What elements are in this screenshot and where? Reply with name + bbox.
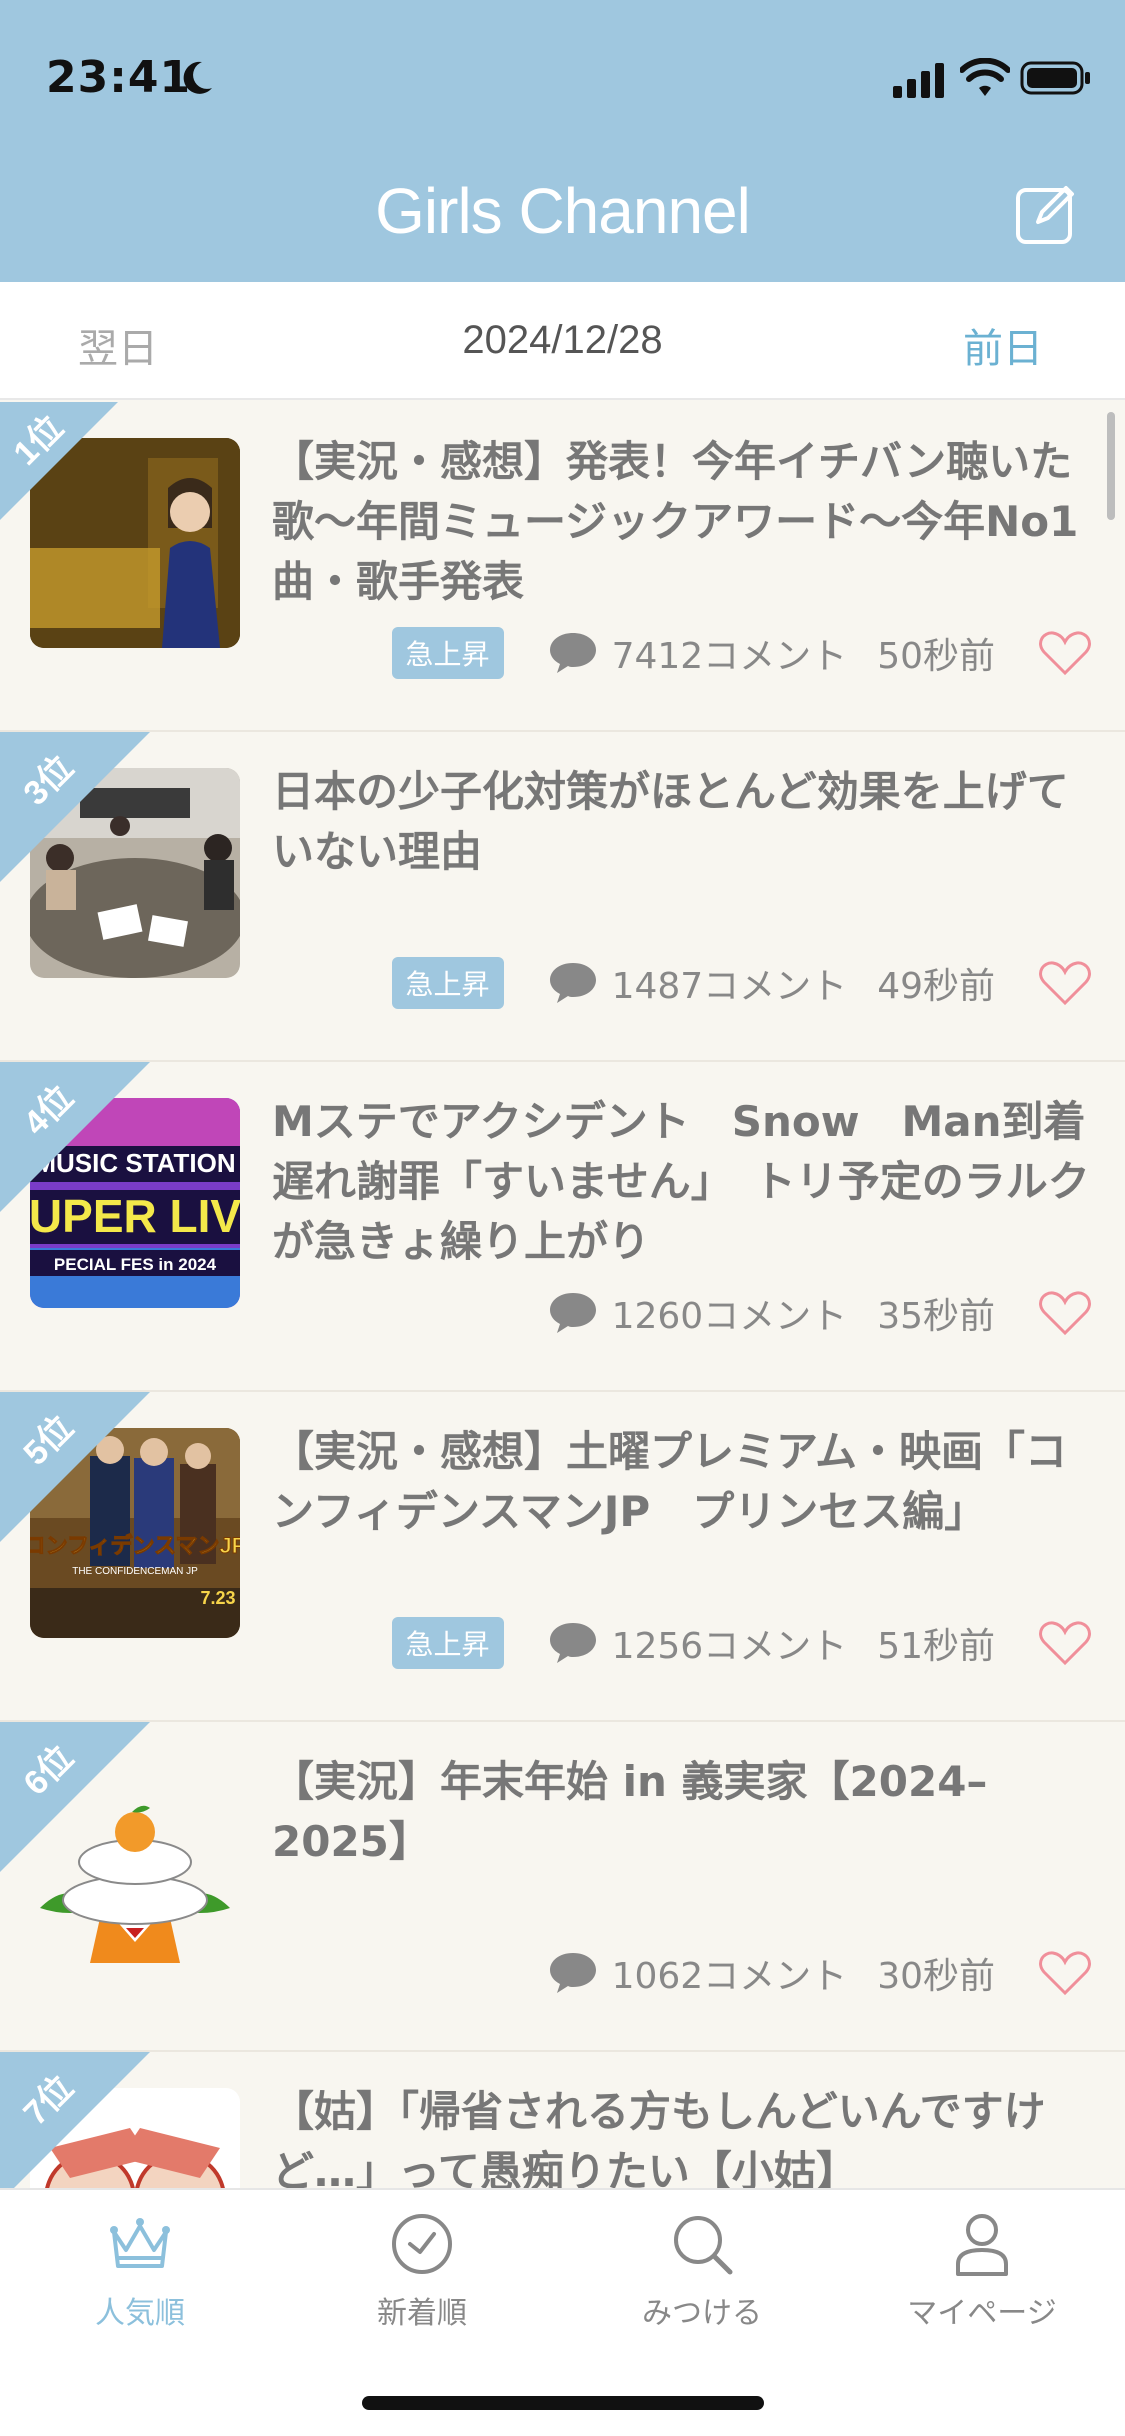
- favorite-heart-icon[interactable]: [1039, 1620, 1091, 1666]
- topic-title[interactable]: 【実況・感想】発表！今年イチバン聴いた歌〜年間ミュージックアワード〜今年No1曲…: [272, 432, 1092, 612]
- topic-row[interactable]: 3位 日本の少子化対策がほとんど効果を上げていない理由 急上昇 1487コメント…: [0, 732, 1125, 1062]
- scrollbar[interactable]: [1107, 412, 1115, 520]
- post-time: 49秒前: [877, 966, 995, 1007]
- app-header: 23:41 Girls Channel: [0, 0, 1125, 282]
- topic-title[interactable]: Mステでアクシデント Snow Man到着遅れ謝罪「すいません」 トリ予定のラル…: [272, 1092, 1092, 1272]
- topic-meta: 1260コメント 35秒前: [548, 1288, 1091, 1338]
- comment-count: 1256コメント: [611, 1626, 848, 1667]
- comment-icon: [549, 963, 596, 1003]
- topic-title[interactable]: 【実況】年末年始 in 義実家【2024–2025】: [272, 1752, 1092, 1872]
- topic-row[interactable]: コンフィデンスマンJP THE CONFIDENCEMAN JP 7.23 5位…: [0, 1392, 1125, 1722]
- topic-meta: 急上昇 1487コメント 49秒前: [391, 957, 1091, 1009]
- status-time: 23:41: [46, 52, 192, 103]
- topic-title[interactable]: 【姑】「帰省される方もしんどいんですけど…」って愚痴りたい【小姑】: [272, 2082, 1092, 2188]
- topic-row[interactable]: 1位 【実況・感想】発表！今年イチバン聴いた歌〜年間ミュージックアワード〜今年N…: [0, 402, 1125, 732]
- current-date: 2024/12/28: [462, 318, 663, 362]
- tab-popular[interactable]: 人気順: [30, 2210, 250, 2350]
- cellular-signal-icon: [893, 63, 944, 98]
- post-time: 35秒前: [877, 1296, 995, 1337]
- home-indicator[interactable]: [362, 2396, 764, 2410]
- topic-row[interactable]: MUSIC STATION UPER LIV PECIAL FES in 202…: [0, 1062, 1125, 1392]
- tab-label: 新着順: [377, 2296, 467, 2331]
- status-bar: 23:41: [0, 0, 1125, 160]
- rank-ribbon: 1位: [0, 402, 118, 520]
- post-time: 50秒前: [877, 636, 995, 677]
- topic-list[interactable]: 1位 【実況・感想】発表！今年イチバン聴いた歌〜年間ミュージックアワード〜今年N…: [0, 402, 1125, 2188]
- favorite-heart-icon[interactable]: [1039, 630, 1091, 676]
- comment-count: 1487コメント: [611, 966, 848, 1007]
- tab-discover[interactable]: みつける: [592, 2210, 812, 2350]
- favorite-heart-icon[interactable]: [1039, 960, 1091, 1006]
- compose-icon[interactable]: [1014, 182, 1078, 246]
- person-icon: [956, 2214, 1008, 2276]
- previous-day-button[interactable]: 前日: [963, 316, 1043, 374]
- topic-row[interactable]: 6位 【実況】年末年始 in 義実家【2024–2025】 1062コメント 3…: [0, 1722, 1125, 2052]
- comment-count: 1062コメント: [611, 1956, 848, 1997]
- rank-ribbon: 3位: [0, 732, 150, 882]
- moon-icon: [183, 61, 212, 94]
- comment-icon: [549, 1953, 596, 1993]
- rank-ribbon: 7位: [0, 2052, 150, 2188]
- comment-icon: [549, 633, 596, 673]
- trending-badge: 急上昇: [391, 957, 504, 1009]
- topic-meta: 急上昇 7412コメント 50秒前: [391, 627, 1091, 679]
- search-icon: [674, 2216, 733, 2275]
- topic-row[interactable]: 7位 【姑】「帰省される方もしんどいんですけど…」って愚痴りたい【小姑】: [0, 2052, 1125, 2188]
- topic-meta: 急上昇 1256コメント 51秒前: [391, 1617, 1091, 1669]
- comment-count: 7412コメント: [611, 636, 848, 677]
- app-title: Girls Channel: [375, 175, 751, 247]
- post-time: 51秒前: [877, 1626, 995, 1667]
- trending-badge: 急上昇: [391, 627, 504, 679]
- thumbnail-text-3: PECIAL FES in 2024: [54, 1255, 217, 1274]
- battery-icon: [1020, 61, 1090, 95]
- topic-title[interactable]: 【実況・感想】土曜プレミアム・映画「コンフィデンスマンJP プリンセス編」: [272, 1422, 1092, 1542]
- favorite-heart-icon[interactable]: [1039, 1950, 1091, 1996]
- comment-icon: [549, 1293, 596, 1333]
- clock-icon: [392, 2214, 452, 2274]
- tab-label: マイページ: [907, 2296, 1057, 2331]
- comment-icon: [549, 1623, 596, 1663]
- rank-ribbon: 6位: [0, 1722, 150, 1872]
- crown-icon: [110, 2218, 170, 2268]
- rank-ribbon: 5位: [0, 1392, 150, 1542]
- wifi-icon: [960, 58, 1010, 96]
- comment-count: 1260コメント: [611, 1296, 848, 1337]
- thumbnail-text-3: 7.23: [200, 1588, 235, 1608]
- tab-mypage[interactable]: マイページ: [872, 2210, 1092, 2350]
- tab-label: みつける: [642, 2296, 762, 2331]
- trending-badge: 急上昇: [391, 1617, 504, 1669]
- tab-newest[interactable]: 新着順: [312, 2210, 532, 2350]
- favorite-heart-icon[interactable]: [1039, 1290, 1091, 1336]
- tab-label: 人気順: [95, 2296, 185, 2331]
- topic-meta: 1062コメント 30秒前: [548, 1948, 1091, 1998]
- topic-title[interactable]: 日本の少子化対策がほとんど効果を上げていない理由: [272, 762, 1092, 882]
- thumbnail-text-2: THE CONFIDENCEMAN JP: [72, 1566, 198, 1577]
- rank-ribbon: 4位: [0, 1062, 150, 1212]
- post-time: 30秒前: [877, 1956, 995, 1997]
- date-navigation: 翌日 2024/12/28 前日: [0, 282, 1125, 400]
